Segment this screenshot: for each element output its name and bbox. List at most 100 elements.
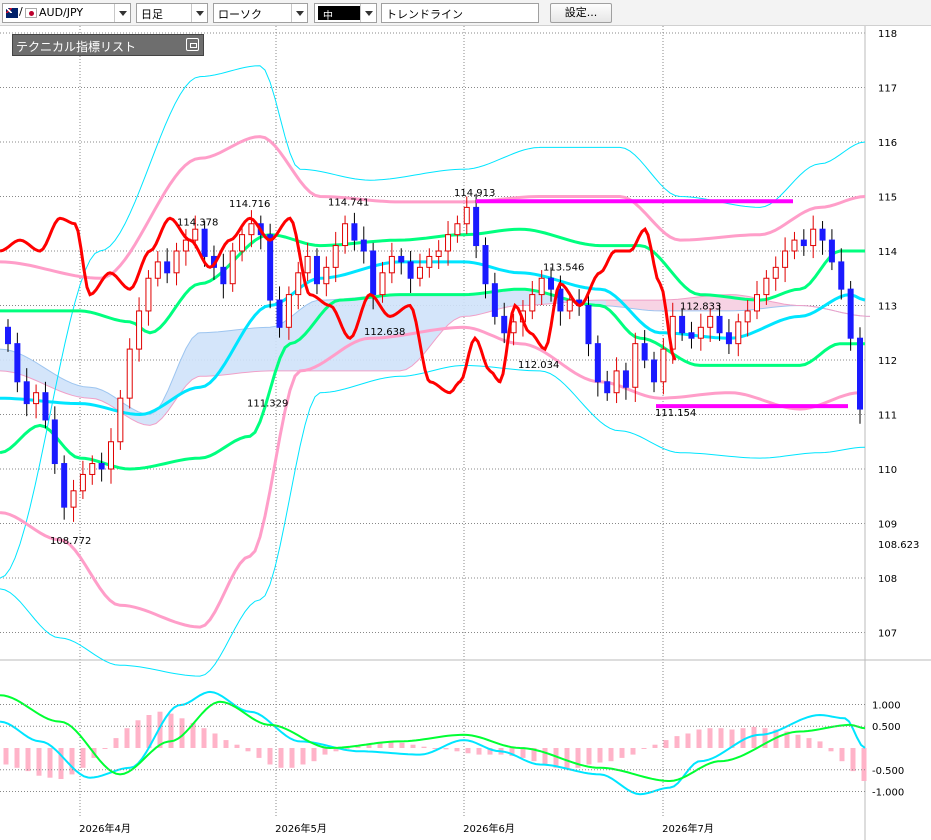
candle-body [735, 321, 742, 345]
candle-body [285, 294, 292, 328]
y-tick-label: 110 [878, 465, 897, 476]
candle-body [192, 228, 199, 241]
candle-body [454, 223, 461, 236]
y-tick-label: 112 [878, 356, 897, 367]
macd-histogram-bar [674, 736, 680, 748]
time-axis: 2026年4月 2026年5月 2026年6月 2026年7月 [79, 822, 714, 835]
candle-body [491, 283, 498, 317]
period-select[interactable]: 日足 [136, 3, 208, 23]
y-tick-label: 118 [878, 29, 897, 40]
candle-body [482, 245, 489, 285]
candle-body [89, 463, 96, 475]
candle-body [501, 315, 508, 334]
restore-icon[interactable] [186, 38, 199, 51]
candle-body [182, 239, 189, 252]
macd-histogram-bar [135, 720, 141, 748]
toolbar: / AUD/JPY 日足 ローソク 中 トレンドライン 設定... [0, 0, 931, 26]
chevron-down-icon[interactable] [191, 4, 207, 22]
macd-histogram-bar [212, 733, 218, 748]
macd-line [0, 690, 866, 796]
macd-histogram-bar [641, 748, 647, 749]
candle-body [594, 343, 601, 383]
macd-histogram-bar [839, 748, 845, 762]
candle-body [42, 392, 49, 421]
candle-body [5, 326, 11, 345]
macd-histogram-bar [861, 748, 867, 781]
macd-histogram-bar [300, 748, 306, 765]
candle-body [14, 343, 21, 383]
candle-body [445, 234, 452, 252]
chart-area: 108.772 114.378 114.716 111.329 114.741 112.6… [0, 26, 931, 840]
macd-histogram-bar [619, 748, 625, 758]
x-tick-label: 2026年4月 [79, 822, 131, 835]
price-annotation: 114.378 [177, 217, 218, 228]
candle-body [725, 332, 732, 345]
price-annotation: 114.741 [328, 198, 369, 209]
macd-histogram-bar [542, 748, 548, 765]
candle-body [407, 261, 414, 279]
candle-body [323, 266, 330, 285]
candle-body [566, 299, 573, 312]
candle-body [351, 223, 358, 241]
macd-histogram-bar [828, 748, 834, 752]
macd-histogram-bar [410, 744, 416, 748]
line-tool-field[interactable]: トレンドライン [381, 3, 539, 23]
macd-histogram-bar [168, 713, 174, 748]
candle-body [239, 234, 246, 252]
macd-histogram-bar [245, 748, 251, 752]
candle-body [557, 288, 564, 312]
candle-body [538, 277, 545, 296]
candle-body [688, 332, 695, 339]
x-tick-label: 2026年7月 [662, 822, 714, 835]
candle-body [107, 441, 114, 470]
y-tick-label: 107 [878, 629, 897, 640]
chart-style-select[interactable]: ローソク [213, 3, 308, 23]
macd-histogram-bar [80, 748, 86, 768]
y-tick-label: 114 [878, 247, 897, 258]
macd-histogram-bar [751, 726, 757, 748]
symbol-select[interactable]: / AUD/JPY [2, 3, 131, 23]
candle-body [117, 397, 124, 443]
macd-histogram-bar [256, 748, 262, 758]
macd-histogram-bar [663, 740, 669, 748]
candle-body [51, 419, 58, 465]
candle-body [772, 266, 779, 279]
macd-histogram-bar [476, 748, 482, 755]
candle-body [679, 315, 686, 334]
candle-body [388, 255, 395, 274]
candle-body [342, 223, 349, 247]
macd-histogram-bar [113, 738, 119, 748]
chevron-down-icon[interactable] [360, 4, 376, 22]
candle-body [716, 315, 723, 334]
price-annotation: 113.546 [543, 263, 584, 274]
line-width-select[interactable]: 中 [314, 3, 377, 23]
candle-body [426, 255, 433, 268]
chevron-down-icon[interactable] [291, 4, 307, 22]
candle-body [126, 348, 133, 399]
line-tool-label: トレンドライン [386, 8, 463, 21]
candle-body [529, 294, 536, 312]
macd-histogram-bar [443, 748, 449, 750]
price-annotation: 112.034 [518, 360, 559, 371]
candle-body [585, 305, 592, 345]
macd-histogram-bar [223, 740, 229, 748]
settings-button[interactable]: 設定... [550, 3, 612, 23]
price-annotation: 114.913 [454, 188, 495, 199]
candle-body [782, 250, 789, 268]
macd-tick-label: -0.500 [872, 766, 904, 777]
price-annotation: 112.833 [680, 302, 721, 313]
candle-body [379, 272, 386, 296]
macd-histogram-bar [36, 748, 42, 776]
macd-histogram-bar [421, 746, 427, 748]
price-axis: 118 117 116 115 114 113 112 111 110 109 108 107 108.… [878, 29, 919, 640]
candle-body [220, 266, 227, 285]
indicator-list-panel[interactable]: テクニカル指標リスト [12, 34, 204, 56]
candle-body [632, 343, 639, 388]
macd-histogram-bar [696, 729, 702, 748]
price-annotation: 114.716 [229, 199, 270, 210]
chevron-down-icon[interactable] [114, 4, 130, 22]
candle-body [435, 250, 442, 257]
chart-grid [0, 26, 931, 840]
candle-body [613, 370, 620, 394]
candle-body [201, 228, 208, 257]
